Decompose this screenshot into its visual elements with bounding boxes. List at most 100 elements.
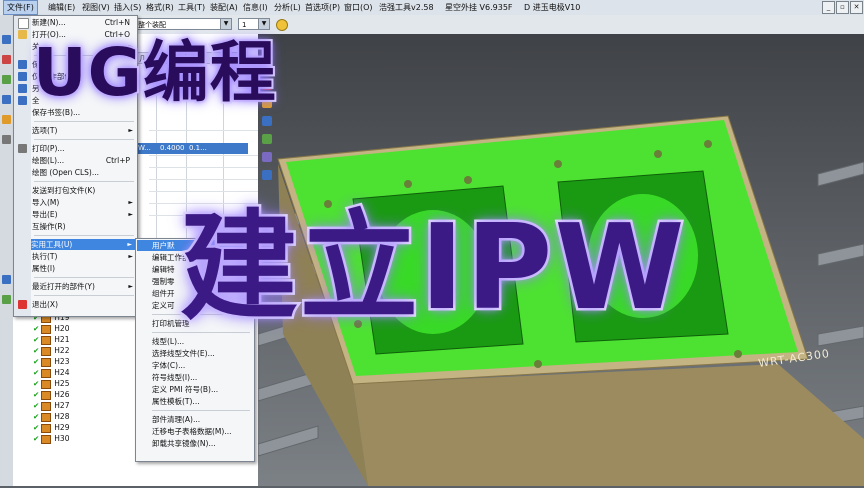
view-icon[interactable] [262, 116, 272, 126]
submenu-arrow-icon: ► [128, 127, 133, 134]
save-icon [18, 60, 27, 69]
item-label: H20 [54, 324, 70, 333]
grid-line [149, 155, 267, 156]
list-item[interactable]: ✔ H30 [33, 433, 69, 445]
menu-edit[interactable]: 编辑(E) [48, 2, 75, 13]
menu-item-new[interactable]: 新建(N)... Ctrl+N [32, 17, 136, 28]
operation-icon [41, 423, 52, 433]
selection-filter-value: 整个装配 [138, 21, 166, 29]
submenu-item-select-line-file[interactable]: 选择线型文件(E)... [152, 348, 252, 359]
menu-item-export[interactable]: 导出(E) ► [32, 209, 136, 220]
reuse-icon[interactable] [2, 115, 11, 124]
menu-item-recent-parts[interactable]: 最近打开的部件(Y) ► [32, 281, 136, 292]
submenu-arrow-icon: ► [128, 253, 133, 260]
open-folder-icon [18, 30, 27, 39]
menu-preferences[interactable]: 首选项(P) [305, 2, 340, 13]
item-label: H26 [54, 390, 70, 399]
selection-filter-combo[interactable]: 整个装配 ▼ [134, 18, 232, 30]
menu-item-execute[interactable]: 执行(T) ► [32, 251, 136, 262]
menu-file[interactable]: 文件(F) [3, 0, 38, 15]
snap-icon[interactable] [276, 19, 288, 31]
restore-icon[interactable]: ▫ [836, 1, 849, 14]
menu-assembly[interactable]: 装配(A) [210, 2, 238, 13]
table-row[interactable]: W... 0.4000 0.1... [136, 143, 248, 154]
menu-item-utilities[interactable]: 实用工具(U) ► [31, 239, 135, 250]
menu-item-interop[interactable]: 互操作(R) [32, 221, 136, 232]
history-icon[interactable] [2, 55, 11, 64]
toolbar: 整个装配 ▼ 1 ▼ [130, 15, 864, 35]
check-icon: ✔ [33, 346, 40, 355]
operation-icon [41, 379, 52, 389]
submenu-item-migrate-spreadsheet[interactable]: 迁移电子表格数据(M)... [152, 426, 252, 437]
view-icon[interactable] [262, 152, 272, 162]
submenu-item-part-cleanup[interactable]: 部件清理(A)... [152, 414, 252, 425]
menu-shortcut: Ctrl+N [104, 18, 130, 27]
save-all-icon [18, 96, 27, 105]
menu-item-label: 执行(T) [32, 252, 58, 261]
overlay-title-main: 建立IPW [178, 198, 688, 336]
menu-insert[interactable]: 插入(S) [114, 2, 141, 13]
save-as-icon [18, 84, 27, 93]
menu-plugin-xingkong[interactable]: 星空外挂 V6.935F [445, 2, 513, 13]
menu-format[interactable]: 格式(R) [146, 2, 174, 13]
item-label: H25 [54, 379, 70, 388]
submenu-arrow-icon: ► [128, 211, 133, 218]
submenu-item-define-pmi-symbol[interactable]: 定义 PMI 符号(B)... [152, 384, 252, 395]
menu-item-label: 绘图(L)... [32, 156, 65, 165]
menu-item-send-to-package[interactable]: 发送到打包文件(K) [32, 185, 136, 196]
menu-info[interactable]: 信息(I) [243, 2, 268, 13]
web-icon[interactable] [2, 135, 11, 144]
menu-shortcut: Ctrl+P [105, 156, 130, 165]
operation-icon [41, 324, 52, 334]
menu-analysis[interactable]: 分析(L) [274, 2, 301, 13]
submenu-item-font[interactable]: 字体(C)... [152, 360, 252, 371]
menu-window[interactable]: 窗口(O) [344, 2, 373, 13]
view-icon[interactable] [262, 170, 272, 180]
menu-item-label: 退出(X) [32, 300, 58, 309]
check-icon: ✔ [33, 335, 40, 344]
item-label: H30 [54, 434, 70, 443]
chevron-down-icon[interactable]: ▼ [258, 19, 269, 29]
overlay-title-top: UG编程 [31, 34, 278, 111]
menu-item-import[interactable]: 导入(M) ► [32, 197, 136, 208]
menu-item-plot[interactable]: 绘图(L)... Ctrl+P [32, 155, 136, 166]
operation-icon [41, 346, 52, 356]
close-icon[interactable]: ✕ [850, 1, 863, 14]
menu-plugin-jinyu[interactable]: D 进玉电极V10 [524, 2, 580, 13]
menu-item-properties[interactable]: 属性(I) [32, 263, 136, 274]
check-icon: ✔ [33, 324, 40, 333]
submenu-item-symbol-line[interactable]: 符号线型(I)... [152, 372, 252, 383]
menu-item-plot-open-cls[interactable]: 绘图 (Open CLS)... [32, 167, 136, 178]
row-name: W... [138, 144, 151, 152]
item-label: H27 [54, 401, 70, 410]
menu-item-options[interactable]: 选项(T) ► [32, 125, 136, 136]
menu-view[interactable]: 视图(V) [82, 2, 110, 13]
menu-item-label: 属性(I) [32, 264, 56, 273]
save-work-part-icon [18, 72, 27, 81]
menu-plugin-haoqiang[interactable]: 浩强工具v2.58 [379, 2, 434, 13]
menu-item-exit[interactable]: 退出(X) [32, 299, 136, 310]
view-icon[interactable] [262, 134, 272, 144]
grid-line [149, 191, 267, 192]
submenu-item-unload-shared-image[interactable]: 卸载共享镜像(N)... [152, 438, 252, 449]
grid-line [149, 179, 267, 180]
parts-icon[interactable] [2, 95, 11, 104]
print-icon [18, 144, 27, 153]
navigator-icon[interactable] [2, 35, 11, 44]
layer-icon[interactable] [2, 275, 11, 284]
menu-tools[interactable]: 工具(T) [178, 2, 205, 13]
menu-item-print[interactable]: 打印(P)... [32, 143, 136, 154]
check-icon: ✔ [33, 412, 40, 421]
chevron-down-icon[interactable]: ▼ [220, 19, 231, 29]
submenu-item-line-font[interactable]: 线型(L)... [152, 336, 252, 347]
count-combo[interactable]: 1 ▼ [238, 18, 270, 30]
submenu-item-attribute-template[interactable]: 属性模板(T)... [152, 396, 252, 407]
minimize-icon[interactable]: _ [822, 1, 835, 14]
menu-item-label: 新建(N)... [32, 18, 66, 27]
system-icon[interactable] [2, 295, 11, 304]
operation-icon [41, 390, 52, 400]
menu-item-label: 导入(M) [32, 198, 60, 207]
roles-icon[interactable] [2, 75, 11, 84]
menu-separator [34, 295, 134, 296]
count-value: 1 [242, 21, 247, 29]
